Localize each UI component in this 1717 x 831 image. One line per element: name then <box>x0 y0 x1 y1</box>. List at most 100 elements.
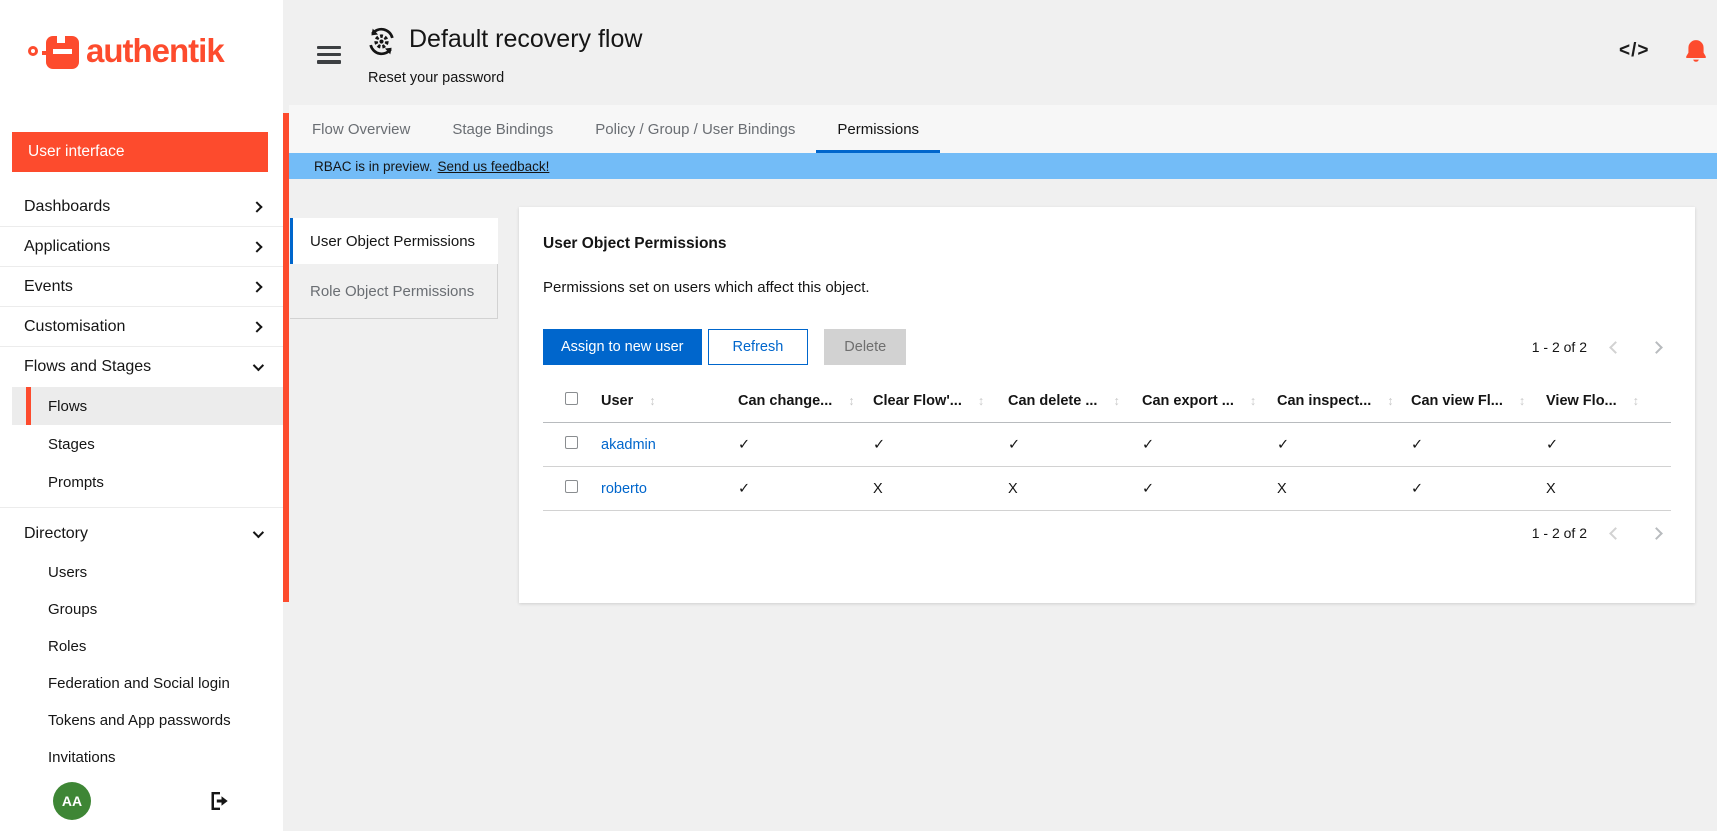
user-object-permissions-card: User Object Permissions Permissions set … <box>519 207 1695 603</box>
brand-name: authentik <box>86 32 224 70</box>
refresh-button[interactable]: Refresh <box>708 329 809 365</box>
permissions-table: User ↕ Can change... ↕ Clear Flow'... ↕ Can… <box>543 382 1671 511</box>
card-title: User Object Permissions <box>543 235 1671 253</box>
rbac-preview-banner: RBAC is in preview. Send us feedback! <box>289 153 1717 179</box>
card-description: Permissions set on users which affect th… <box>543 279 1671 296</box>
column-header-view-flow: View Flo... <box>1546 393 1617 409</box>
sort-icon[interactable]: ↕ <box>1519 394 1525 408</box>
sort-icon[interactable]: ↕ <box>1250 394 1256 408</box>
api-code-icon[interactable]: </> <box>1619 40 1649 62</box>
chevron-right-icon <box>251 281 262 292</box>
permission-value: ✓ <box>1008 423 1142 467</box>
sidebar-item-users[interactable]: Users <box>12 554 283 591</box>
page-title: Default recovery flow <box>409 25 642 54</box>
pagination-bottom-wrap: 1 - 2 of 2 <box>543 525 1671 541</box>
sidebar-item-user-interface[interactable]: User interface <box>12 132 268 172</box>
authentik-logo[interactable]: authentik <box>28 28 224 74</box>
chevron-right-icon[interactable] <box>1650 527 1663 540</box>
sidebar-item-prompts[interactable]: Prompts <box>12 463 283 501</box>
table-header-row: User ↕ Can change... ↕ Clear Flow'... ↕ Can… <box>543 382 1671 423</box>
column-header-clear-flow: Clear Flow'... <box>873 393 962 409</box>
permission-value: X <box>873 467 1008 511</box>
chevron-right-icon <box>251 241 262 252</box>
table-row: roberto ✓ X X ✓ X ✓ X <box>543 467 1671 511</box>
tab-stage-bindings[interactable]: Stage Bindings <box>431 105 574 153</box>
permission-value: X <box>1546 467 1671 511</box>
pagination-bottom: 1 - 2 of 2 <box>1532 525 1671 541</box>
tab-policy-group-user-bindings[interactable]: Policy / Group / User Bindings <box>574 105 816 153</box>
permission-value: ✓ <box>738 423 873 467</box>
avatar[interactable]: AA <box>53 782 91 820</box>
chevron-left-icon[interactable] <box>1609 527 1622 540</box>
sidebar-item-roles[interactable]: Roles <box>12 628 283 665</box>
sidebar-item-stages[interactable]: Stages <box>12 425 283 463</box>
toolbar: Assign to new user Refresh Delete 1 - 2 … <box>543 329 1671 365</box>
chevron-right-icon <box>251 201 262 212</box>
sidebar-scrollbar[interactable] <box>283 113 289 602</box>
permission-value: ✓ <box>1411 467 1546 511</box>
tab-flow-overview[interactable]: Flow Overview <box>291 105 431 153</box>
tab-permissions[interactable]: Permissions <box>816 105 940 153</box>
assign-to-new-user-button[interactable]: Assign to new user <box>543 329 702 365</box>
row-checkbox[interactable] <box>565 480 578 493</box>
permission-value: ✓ <box>738 467 873 511</box>
user-link-akadmin[interactable]: akadmin <box>601 437 656 453</box>
notification-bell-icon[interactable] <box>1683 38 1709 64</box>
permission-value: ✓ <box>1277 423 1411 467</box>
sidebar-item-events[interactable]: Events <box>0 267 283 307</box>
column-header-can-export: Can export ... <box>1142 393 1234 409</box>
sidebar-item-federation-social-login[interactable]: Federation and Social login <box>12 665 283 702</box>
sort-icon[interactable]: ↕ <box>1387 394 1393 408</box>
column-header-can-delete: Can delete ... <box>1008 393 1097 409</box>
authentik-key-icon <box>28 28 80 74</box>
logout-icon[interactable] <box>207 789 231 813</box>
sort-icon[interactable]: ↕ <box>848 394 854 408</box>
sidebar-item-invitations[interactable]: Invitations <box>12 739 283 776</box>
sidebar-item-flows[interactable]: Flows <box>12 387 283 425</box>
permission-value: ✓ <box>873 423 1008 467</box>
pagination-top: 1 - 2 of 2 <box>1532 339 1671 355</box>
sidebar-item-flows-and-stages[interactable]: Flows and Stages <box>0 347 283 387</box>
chevron-left-icon[interactable] <box>1609 341 1622 354</box>
permission-value: X <box>1008 467 1142 511</box>
column-header-can-change: Can change... <box>738 393 832 409</box>
tab-bar: Flow Overview Stage Bindings Policy / Gr… <box>289 105 1717 153</box>
sidebar-item-groups[interactable]: Groups <box>12 591 283 628</box>
permission-value: ✓ <box>1142 467 1277 511</box>
permission-value: ✓ <box>1546 423 1671 467</box>
page-subtitle: Reset your password <box>368 70 504 86</box>
column-header-can-view: Can view Fl... <box>1411 393 1503 409</box>
user-link-roberto[interactable]: roberto <box>601 481 647 497</box>
delete-button[interactable]: Delete <box>824 329 906 365</box>
row-checkbox[interactable] <box>565 436 578 449</box>
sidebar-nav: User interface Dashboards Applications E… <box>0 132 283 776</box>
sidebar-item-applications[interactable]: Applications <box>0 227 283 267</box>
flow-icon <box>365 25 398 58</box>
sidebar-divider <box>0 507 283 508</box>
sort-icon[interactable]: ↕ <box>978 394 984 408</box>
chevron-down-icon <box>253 360 264 371</box>
tab-user-object-permissions[interactable]: User Object Permissions <box>290 218 498 264</box>
page-header: Default recovery flow Reset your passwor… <box>289 0 1717 105</box>
chevron-right-icon[interactable] <box>1650 341 1663 354</box>
tab-role-object-permissions[interactable]: Role Object Permissions <box>290 264 498 319</box>
column-header-can-inspect: Can inspect... <box>1277 393 1371 409</box>
sidebar-item-dashboards[interactable]: Dashboards <box>0 187 283 227</box>
permission-value: ✓ <box>1411 423 1546 467</box>
menu-icon[interactable] <box>317 46 341 64</box>
sidebar-item-directory[interactable]: Directory <box>0 514 283 554</box>
sort-icon[interactable]: ↕ <box>1633 394 1639 408</box>
column-header-user: User <box>601 393 633 409</box>
feedback-link[interactable]: Send us feedback! <box>438 159 550 174</box>
app-window: authentik User interface Dashboards Appl… <box>0 0 1717 831</box>
permission-value: ✓ <box>1142 423 1277 467</box>
chevron-down-icon <box>253 527 264 538</box>
pagination-label: 1 - 2 of 2 <box>1532 525 1587 541</box>
sort-icon[interactable]: ↕ <box>1113 394 1119 408</box>
sidebar-item-tokens-app-passwords[interactable]: Tokens and App passwords <box>12 702 283 739</box>
chevron-right-icon <box>251 321 262 332</box>
select-all-checkbox[interactable] <box>565 392 578 405</box>
sidebar-item-customisation[interactable]: Customisation <box>0 307 283 347</box>
sort-icon[interactable]: ↕ <box>649 394 655 408</box>
sidebar-user-row: AA <box>0 780 283 822</box>
